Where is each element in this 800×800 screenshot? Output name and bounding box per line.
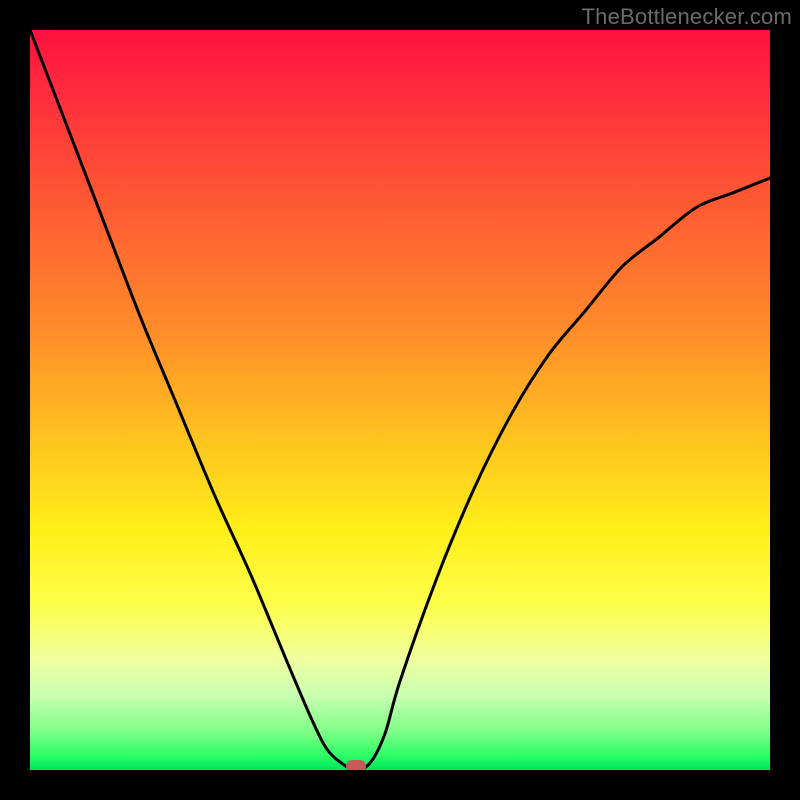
minimum-marker bbox=[346, 760, 366, 770]
plot-area bbox=[30, 30, 770, 770]
chart-frame: TheBottlenecker.com bbox=[0, 0, 800, 800]
bottleneck-curve bbox=[30, 30, 770, 770]
watermark-text: TheBottlenecker.com bbox=[582, 4, 792, 30]
curve-path bbox=[30, 30, 770, 770]
